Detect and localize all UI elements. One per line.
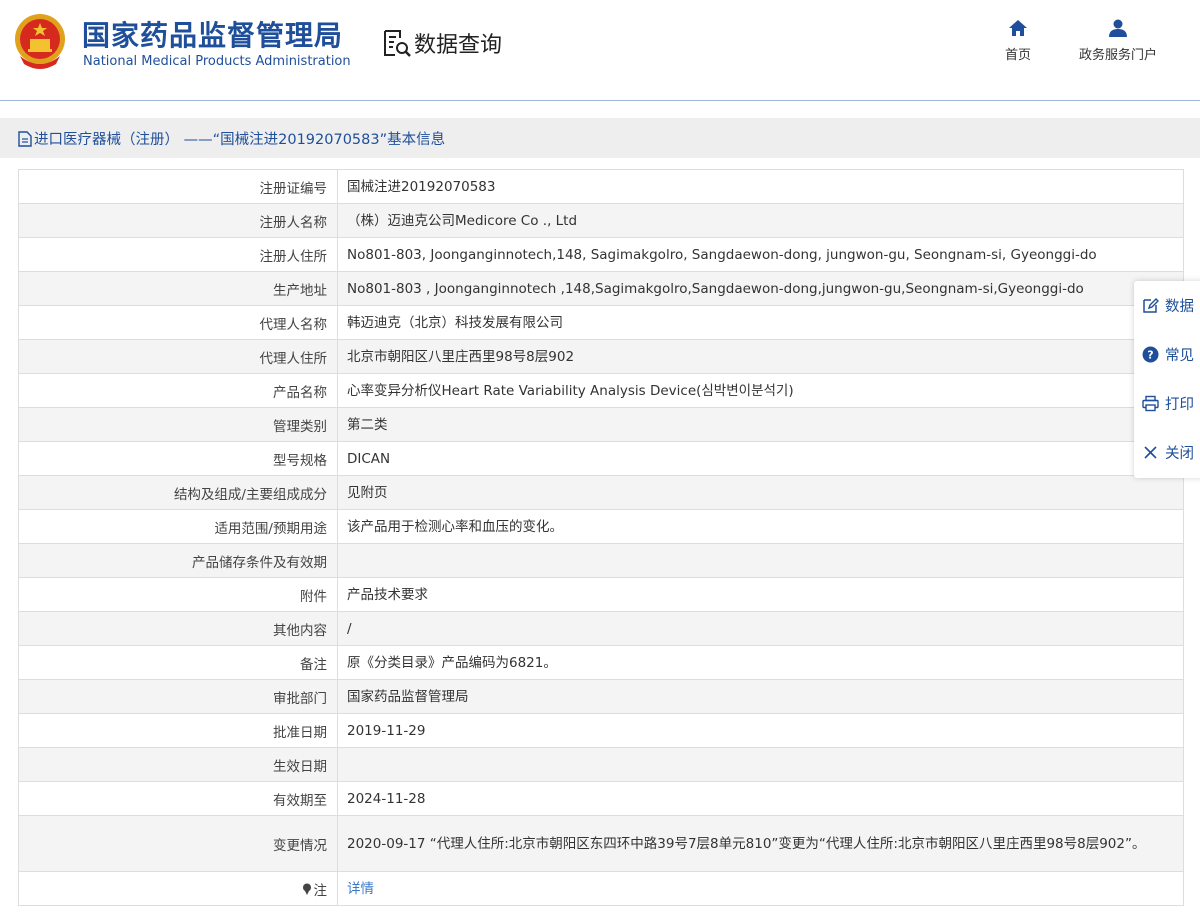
- data-query-label: 数据查询: [414, 33, 503, 58]
- data-query-title: 数据查询: [382, 26, 502, 60]
- row-value: 该产品用于检测心率和血压的变化。: [337, 509, 1184, 544]
- row-value: DICAN: [337, 441, 1184, 476]
- nav-home[interactable]: 首页: [1000, 18, 1036, 63]
- national-emblem-icon: [15, 14, 65, 69]
- info-table: 注册证编号 国械注进20192070583 注册人名称 （株）迈迪克公司Medico…: [18, 169, 1184, 906]
- row-value: 韩迈迪克（北京）科技发展有限公司: [337, 305, 1184, 340]
- row-label: 变更情况: [18, 815, 338, 872]
- row-label: 其他内容: [18, 611, 338, 646]
- row-label: 结构及组成/主要组成成分: [18, 475, 338, 510]
- row-label: 管理类别: [18, 407, 338, 442]
- pin-icon: [302, 883, 311, 895]
- row-value: 心率变异分析仪Heart Rate Variability Analysis D…: [337, 373, 1184, 408]
- float-data-button[interactable]: 数据: [1134, 281, 1200, 330]
- document-icon: [18, 130, 32, 147]
- table-row: 型号规格 DICAN: [18, 441, 1184, 476]
- table-row: 变更情况 2020-09-17 “代理人住所:北京市朝阳区东四环中路39号7层8单…: [18, 815, 1184, 872]
- row-label: 审批部门: [18, 679, 338, 714]
- edit-icon: [1143, 298, 1159, 313]
- row-value: 2019-11-29: [337, 713, 1184, 748]
- row-value: 第二类: [337, 407, 1184, 442]
- row-label: 产品名称: [18, 373, 338, 408]
- breadcrumb: 进口医疗器械（注册） ——“国械注进20192070583”基本信息: [18, 128, 445, 149]
- brand-title-en: National Medical Products Administration: [83, 54, 351, 69]
- table-row: 注册证编号 国械注进20192070583: [18, 169, 1184, 204]
- float-print-button[interactable]: 打印: [1134, 379, 1200, 428]
- row-value: 北京市朝阳区八里庄西里98号8层902: [337, 339, 1184, 374]
- row-value: No801-803 , Joonganginnotech ,148,Sagima…: [337, 271, 1184, 306]
- table-row: 产品储存条件及有效期: [18, 543, 1184, 578]
- row-label: 产品储存条件及有效期: [18, 543, 338, 578]
- row-label: 生效日期: [18, 747, 338, 782]
- document-search-icon: [384, 30, 411, 57]
- row-value: 原《分类目录》产品编码为6821。: [337, 645, 1184, 680]
- row-value: 2024-11-28: [337, 781, 1184, 816]
- table-row: 生产地址 No801-803 , Joonganginnotech ,148,Sa…: [18, 271, 1184, 306]
- row-value: No801-803, Joonganginnotech,148, Sagimak…: [337, 237, 1184, 272]
- row-label: 代理人名称: [18, 305, 338, 340]
- site-header: 国家药品监督管理局 National Medical Products Admi…: [0, 0, 1200, 101]
- table-row: 其他内容 /: [18, 611, 1184, 646]
- row-label: 型号规格: [18, 441, 338, 476]
- table-row: 注册人住所 No801-803, Joonganginnotech,148, Sa…: [18, 237, 1184, 272]
- nav-gov-label: 政务服务门户: [1078, 48, 1157, 63]
- table-row: 有效期至 2024-11-28: [18, 781, 1184, 816]
- printer-icon: [1142, 395, 1159, 412]
- row-label: 适用范围/预期用途: [18, 509, 338, 544]
- row-value: [337, 543, 1184, 578]
- row-value: 2020-09-17 “代理人住所:北京市朝阳区东四环中路39号7层8单元810…: [337, 815, 1184, 872]
- row-label: 注册人名称: [18, 203, 338, 238]
- row-label: 批准日期: [18, 713, 338, 748]
- table-row: 审批部门 国家药品监督管理局: [18, 679, 1184, 714]
- breadcrumb-text: 进口医疗器械（注册） ——“国械注进20192070583”基本信息: [34, 132, 446, 148]
- float-close-label: 关闭: [1165, 446, 1194, 462]
- float-faq-button[interactable]: ? 常见: [1134, 330, 1200, 379]
- table-row: 代理人名称 韩迈迪克（北京）科技发展有限公司: [18, 305, 1184, 340]
- row-label: 有效期至: [18, 781, 338, 816]
- row-value: [337, 747, 1184, 782]
- row-value: 国械注进20192070583: [337, 169, 1184, 204]
- note-label: 注: [302, 879, 328, 899]
- details-link[interactable]: 详情: [347, 881, 374, 897]
- user-icon: [1109, 19, 1127, 37]
- row-label: 生产地址: [18, 271, 338, 306]
- table-row: 批准日期 2019-11-29: [18, 713, 1184, 748]
- row-label: 附件: [18, 577, 338, 612]
- row-label: 注册人住所: [18, 237, 338, 272]
- table-row: 注册人名称 （株）迈迪克公司Medicore Co ., Ltd: [18, 203, 1184, 238]
- table-row: 生效日期: [18, 747, 1184, 782]
- table-row: 结构及组成/主要组成成分 见附页: [18, 475, 1184, 510]
- home-icon: [1009, 20, 1027, 36]
- table-row: 产品名称 心率变异分析仪Heart Rate Variability Analys…: [18, 373, 1184, 408]
- row-label: 代理人住所: [18, 339, 338, 374]
- question-circle-icon: ?: [1142, 346, 1159, 363]
- row-label-note: 注: [18, 871, 338, 906]
- nav-home-label: 首页: [1004, 48, 1031, 63]
- row-value: （株）迈迪克公司Medicore Co ., Ltd: [337, 203, 1184, 238]
- close-icon: [1144, 446, 1157, 459]
- row-label: 备注: [18, 645, 338, 680]
- svg-text:?: ?: [1147, 349, 1153, 362]
- row-value: 国家药品监督管理局: [337, 679, 1184, 714]
- float-print-label: 打印: [1165, 397, 1194, 413]
- table-row: 代理人住所 北京市朝阳区八里庄西里98号8层902: [18, 339, 1184, 374]
- row-value: /: [337, 611, 1184, 646]
- row-value: 产品技术要求: [337, 577, 1184, 612]
- note-label-text: 注: [313, 882, 328, 899]
- brand-title-cn: 国家药品监督管理局: [82, 19, 344, 52]
- float-data-label: 数据: [1165, 299, 1194, 315]
- table-row: 注 详情: [18, 871, 1184, 906]
- row-label: 注册证编号: [18, 169, 338, 204]
- nav-gov-portal[interactable]: 政务服务门户: [1068, 18, 1168, 63]
- floating-menu: 数据 ? 常见 打印 关闭: [1134, 281, 1200, 478]
- table-row: 附件 产品技术要求: [18, 577, 1184, 612]
- table-row: 备注 原《分类目录》产品编码为6821。: [18, 645, 1184, 680]
- table-row: 适用范围/预期用途 该产品用于检测心率和血压的变化。: [18, 509, 1184, 544]
- row-value: 见附页: [337, 475, 1184, 510]
- row-value: 详情: [337, 871, 1184, 906]
- float-faq-label: 常见: [1165, 348, 1194, 364]
- float-close-button[interactable]: 关闭: [1134, 428, 1200, 477]
- table-row: 管理类别 第二类: [18, 407, 1184, 442]
